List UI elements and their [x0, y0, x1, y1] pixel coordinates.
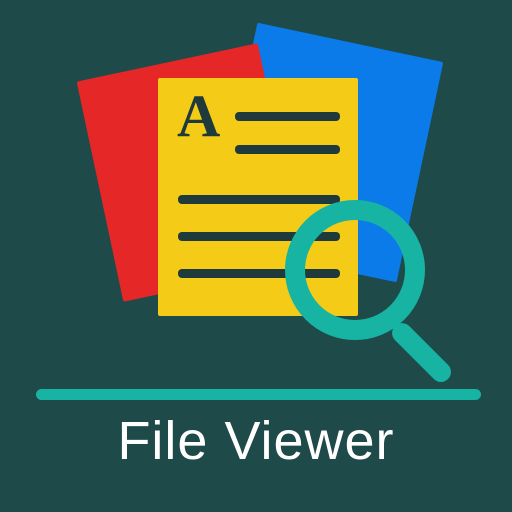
magnifier-ring-icon [285, 200, 425, 340]
document-text-line-icon [235, 145, 340, 154]
title-underline-icon [36, 389, 481, 400]
document-letter: A [177, 86, 220, 146]
magnifier-icon [285, 200, 435, 350]
app-logo: A File Viewer [0, 0, 512, 512]
app-title: File Viewer [0, 410, 512, 472]
document-text-line-icon [235, 112, 340, 121]
magnifier-handle-icon [388, 319, 455, 386]
